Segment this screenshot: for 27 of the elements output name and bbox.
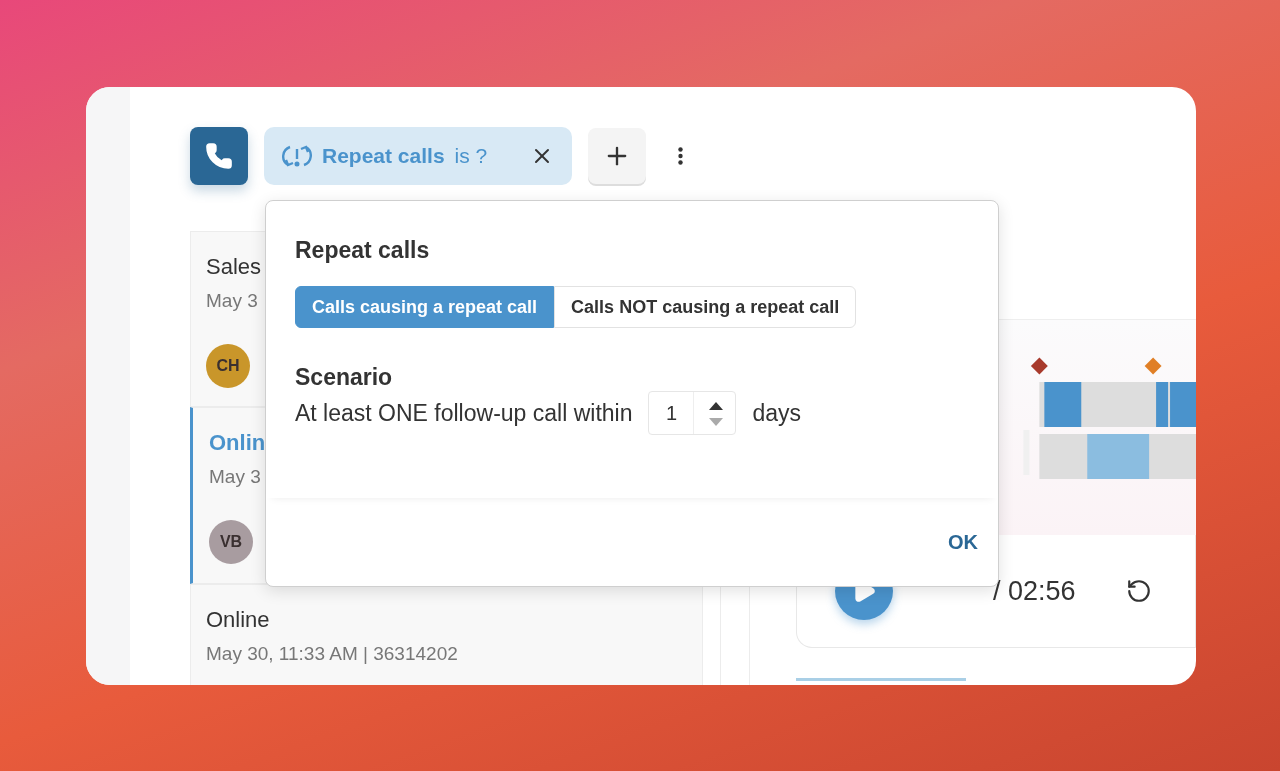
scenario-text: At least ONE follow-up call within	[295, 399, 633, 427]
add-button[interactable]	[588, 128, 646, 184]
phone-icon	[205, 142, 233, 170]
filter-operator: is ?	[454, 144, 488, 168]
playback-time: / 02:56	[993, 575, 1076, 607]
call-subtitle: May 3	[206, 290, 258, 312]
call-subtitle: May 30, 11:33 AM | 36314202	[206, 643, 458, 665]
call-title: Onlin	[209, 430, 266, 456]
call-subtitle: May 3	[209, 466, 261, 488]
unit-label: days	[752, 399, 802, 427]
stepper-icon[interactable]	[708, 400, 725, 428]
scenario-title: Scenario	[295, 364, 394, 391]
menu-icon	[678, 147, 683, 165]
more-button[interactable]	[678, 147, 683, 165]
popover-title: Repeat calls	[295, 237, 431, 264]
segment-option[interactable]: Calls NOT causing a repeat call	[554, 286, 857, 328]
call-title: Online	[206, 607, 270, 633]
replay-icon[interactable]	[1125, 578, 1152, 604]
ok-button[interactable]: OK	[942, 529, 984, 555]
repeat-alert-icon	[282, 143, 312, 169]
avatar: VB	[209, 520, 253, 564]
phone-button[interactable]	[190, 127, 248, 185]
avatar: CH	[206, 344, 250, 388]
days-input[interactable]: 1	[648, 391, 737, 435]
filter-field: Repeat calls	[322, 144, 445, 168]
call-title: Sales	[206, 254, 262, 280]
call-list-item[interactable]: Online May 30, 11:33 AM | 36314202	[190, 584, 703, 685]
